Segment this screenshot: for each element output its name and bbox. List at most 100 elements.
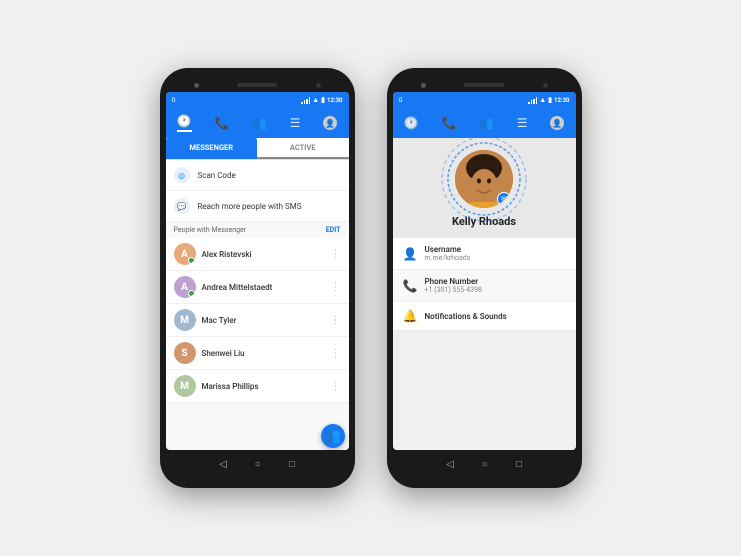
- status-time-r: 12:30: [554, 97, 569, 104]
- messenger-badge: ✉: [497, 192, 511, 206]
- contact-row-marissa[interactable]: M Marissa Phillips ⋮: [166, 370, 349, 403]
- phone-top-bar-right: [393, 78, 576, 92]
- camera: [316, 83, 321, 88]
- scan-code-label: Scan Code: [198, 171, 236, 180]
- avatar-alex: A: [174, 243, 196, 265]
- signal-bar-4: [309, 97, 311, 104]
- nav-r-recent[interactable]: 🕐: [404, 116, 419, 130]
- sms-item[interactable]: 💬 Reach more people with SMS: [166, 191, 349, 222]
- battery-icon: ▮: [321, 96, 325, 104]
- username-label: Username: [425, 245, 566, 254]
- dots-mac[interactable]: ⋮: [331, 315, 341, 326]
- nav-calls-icon[interactable]: 📞: [214, 116, 229, 130]
- top-nav-left: 🕐 📞 👥 ☰ 👤: [166, 108, 349, 138]
- username-row[interactable]: 👤 Username m.me/krhoads: [393, 238, 576, 270]
- contact-row-mac[interactable]: M Mac Tyler ⋮: [166, 304, 349, 337]
- signal-bar-1: [301, 102, 303, 104]
- bottom-bar-left: ◁ ○ □: [166, 450, 349, 478]
- signal-bar-r1: [528, 102, 530, 104]
- edit-button[interactable]: EDIT: [326, 226, 341, 234]
- scan-code-item[interactable]: ◎ Scan Code: [166, 160, 349, 191]
- contact-row-alex[interactable]: A Alex Ristevski ⋮: [166, 238, 349, 271]
- signal-bar-r3: [533, 99, 535, 104]
- scroll-space-r: [393, 331, 576, 450]
- fab-button[interactable]: 👥: [321, 424, 345, 448]
- status-right: ▲ ▮ 12:30: [301, 96, 342, 104]
- signal-bar-3: [306, 99, 308, 104]
- bottom-bar-right: ◁ ○ □: [393, 450, 576, 478]
- username-value: m.me/krhoads: [425, 254, 566, 262]
- recents-button-r[interactable]: □: [516, 459, 522, 470]
- speaker: [237, 83, 277, 87]
- tab-bar-left: MESSENGER ACTIVE: [166, 138, 349, 160]
- status-time: 12:30: [327, 97, 342, 104]
- notifications-label: Notifications & Sounds: [425, 312, 566, 321]
- notifications-icon: 🔔: [403, 309, 417, 323]
- camera-r: [543, 83, 548, 88]
- back-button[interactable]: ◁: [219, 459, 227, 470]
- sms-label: Reach more people with SMS: [198, 202, 302, 211]
- people-section-header: People with Messenger EDIT: [166, 222, 349, 238]
- status-right-r: ▲ ▮ 12:30: [528, 96, 569, 104]
- nav-recent-icon[interactable]: 🕐: [177, 114, 192, 132]
- tab-messenger[interactable]: MESSENGER: [166, 138, 258, 159]
- profile-photo: ✉: [455, 150, 513, 208]
- sms-icon: 💬: [174, 198, 190, 214]
- nav-people-icon[interactable]: 👥: [252, 116, 267, 130]
- wifi-icon: ▲: [312, 96, 319, 104]
- phone-number-row[interactable]: 📞 Phone Number +1 (301) 555-4398: [393, 270, 576, 302]
- back-button-r[interactable]: ◁: [446, 459, 454, 470]
- phone-icon: 📞: [403, 279, 417, 293]
- signal-bar-r4: [536, 97, 538, 104]
- tab-active[interactable]: ACTIVE: [257, 138, 349, 159]
- status-bar-right: G ▲ ▮ 12:30: [393, 92, 576, 108]
- nav-r-people[interactable]: 👥: [479, 116, 494, 130]
- dots-marissa[interactable]: ⋮: [331, 381, 341, 392]
- phone-top-bar-left: [166, 78, 349, 92]
- nav-r-avatar[interactable]: 👤: [550, 116, 564, 130]
- google-label-r: G: [399, 97, 403, 104]
- avatar-mac: M: [174, 309, 196, 331]
- username-icon: 👤: [403, 247, 417, 261]
- signal-icon: [301, 97, 310, 104]
- contact-row-andrea[interactable]: A Andrea Mittelstaedt ⋮: [166, 271, 349, 304]
- scroll-space: [166, 403, 349, 450]
- phone-right: G ▲ ▮ 12:30 🕐 📞 👥 ☰ 👤: [387, 68, 582, 488]
- nav-avatar[interactable]: 👤: [323, 116, 337, 130]
- speaker-r: [464, 83, 504, 87]
- status-bar-left: G ▲ ▮ 12:30: [166, 92, 349, 108]
- wifi-icon-r: ▲: [539, 96, 546, 104]
- google-dot: [194, 83, 199, 88]
- home-button[interactable]: ○: [255, 459, 261, 470]
- avatar-shenwei: S: [174, 342, 196, 364]
- phone-value: +1 (301) 555-4398: [425, 286, 566, 294]
- avatar-andrea: A: [174, 276, 196, 298]
- contact-row-shenwei[interactable]: S Shenwei Liu ⋮: [166, 337, 349, 370]
- home-button-r[interactable]: ○: [482, 459, 488, 470]
- username-content: Username m.me/krhoads: [425, 245, 566, 262]
- google-dot-r: [421, 83, 426, 88]
- dots-andrea[interactable]: ⋮: [331, 282, 341, 293]
- name-andrea: Andrea Mittelstaedt: [202, 283, 325, 292]
- battery-icon-r: ▮: [548, 96, 552, 104]
- signal-icon-r: [528, 97, 537, 104]
- notifications-content: Notifications & Sounds: [425, 312, 566, 321]
- signal-bar-r2: [531, 100, 533, 104]
- scan-code-icon: ◎: [174, 167, 190, 183]
- dots-shenwei[interactable]: ⋮: [331, 348, 341, 359]
- nav-r-menu[interactable]: ☰: [517, 116, 528, 130]
- name-mac: Mac Tyler: [202, 316, 325, 325]
- phone-label: Phone Number: [425, 277, 566, 286]
- phone-left: G ▲ ▮ 12:30 🕐 📞 👥 ☰ 👤 MESSEN: [160, 68, 355, 488]
- notifications-row[interactable]: 🔔 Notifications & Sounds: [393, 302, 576, 331]
- nav-r-calls[interactable]: 📞: [441, 116, 456, 130]
- name-alex: Alex Ristevski: [202, 250, 325, 259]
- screen-right: G ▲ ▮ 12:30 🕐 📞 👥 ☰ 👤: [393, 92, 576, 450]
- dots-alex[interactable]: ⋮: [331, 249, 341, 260]
- nav-menu-icon[interactable]: ☰: [290, 116, 301, 130]
- profile-header: ✉ Kelly Rhoads: [393, 138, 576, 238]
- name-marissa: Marissa Phillips: [202, 382, 325, 391]
- screen-left: G ▲ ▮ 12:30 🕐 📞 👥 ☰ 👤 MESSEN: [166, 92, 349, 450]
- name-shenwei: Shenwei Liu: [202, 349, 325, 358]
- recents-button[interactable]: □: [289, 459, 295, 470]
